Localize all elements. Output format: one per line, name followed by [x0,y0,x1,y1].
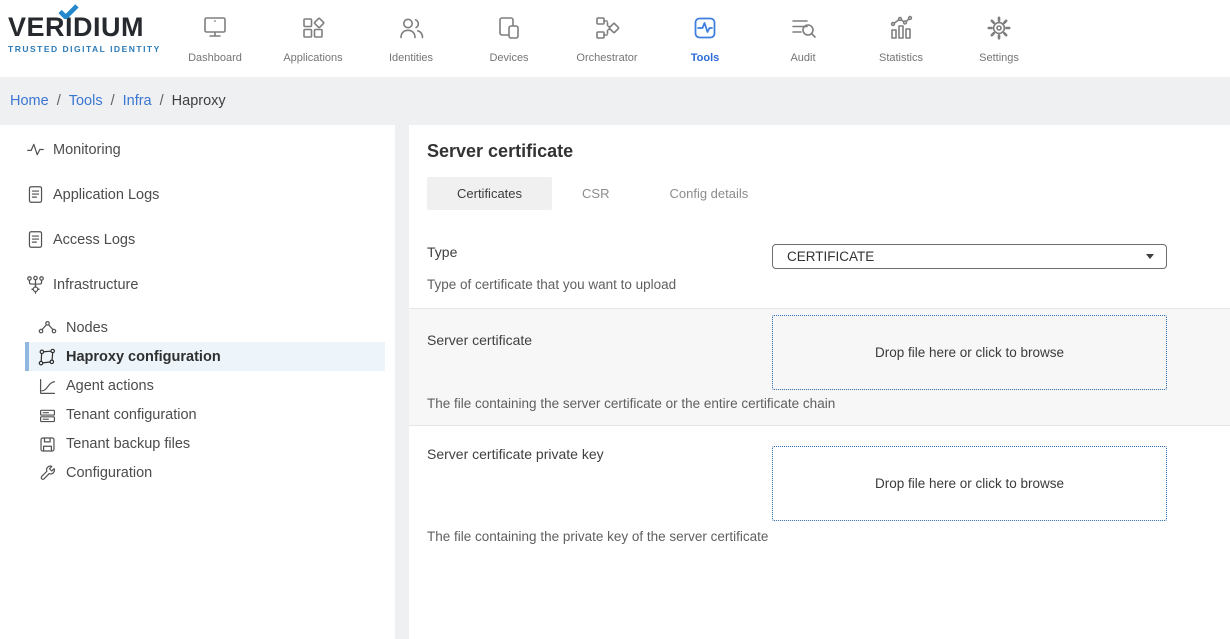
primary-nav: Dashboard Applications Identities Device… [166,0,1048,64]
server-certificate-dropzone[interactable]: Drop file here or click to browse [772,315,1167,390]
sidebar-item-nodes[interactable]: Nodes [0,313,395,342]
sidebar-item-label: Monitoring [53,142,121,158]
sidebar-item-tenant-backup-files[interactable]: Tenant backup files [0,429,395,458]
flowchart-icon [592,10,622,46]
floppy-disk-icon [38,435,56,453]
sidebar-item-application-logs[interactable]: Application Logs [0,172,395,217]
bar-line-chart-icon [886,10,916,46]
breadcrumb-separator: / [111,93,115,109]
tab-certificates[interactable]: Certificates [427,177,552,210]
devices-icon [494,10,524,46]
nav-item-applications[interactable]: Applications [264,0,362,64]
brand-tagline: TRUSTED DIGITAL IDENTITY [8,44,158,54]
breadcrumb-separator: / [57,93,61,109]
sidebar-item-label: Agent actions [66,378,154,394]
private-key-dropzone[interactable]: Drop file here or click to browse [772,446,1167,521]
gear-icon [984,10,1014,46]
monitor-icon [200,10,230,46]
line-chart-icon [38,377,56,395]
nav-item-tools[interactable]: Tools [656,0,754,64]
sidebar-item-haproxy-configuration[interactable]: Haproxy configuration [25,342,385,371]
breadcrumb-tools[interactable]: Tools [69,93,103,109]
sidebar-item-agent-actions[interactable]: Agent actions [0,371,395,400]
nav-item-devices[interactable]: Devices [460,0,558,64]
nav-item-audit[interactable]: Audit [754,0,852,64]
sidebar-item-label: Tenant configuration [66,407,197,423]
page-title: Server certificate [427,141,1230,162]
workflow-icon [38,348,56,366]
server-stack-icon [38,406,56,424]
wrench-icon [38,464,56,482]
tab-config-details[interactable]: Config details [639,177,778,210]
sidebar-item-label: Application Logs [53,187,159,203]
chevron-down-icon [1146,254,1154,259]
sidebar-item-label: Haproxy configuration [66,349,221,365]
server-certificate-description: The file containing the server certifica… [427,396,1167,411]
document-icon [26,230,45,249]
sidebar-item-label: Access Logs [53,232,135,248]
nav-item-statistics[interactable]: Statistics [852,0,950,64]
top-nav: VERIDIUM TRUSTED DIGITAL IDENTITY Dashbo… [0,0,1230,77]
brand-logo[interactable]: VERIDIUM TRUSTED DIGITAL IDENTITY [8,14,158,54]
main-panel: Server certificate Certificates CSR Conf… [409,125,1230,639]
server-certificate-label: Server certificate [427,332,772,390]
sidebar-item-label: Tenant backup files [66,436,190,452]
logo-checkmark-icon [58,4,79,19]
certificate-type-value: CERTIFICATE [787,249,874,264]
certificate-form: Type CERTIFICATE Type of certificate tha… [409,224,1230,560]
sidebar-item-label: Configuration [66,465,152,481]
nodes-icon [38,319,56,337]
sidebar: Monitoring Application Logs Access Logs … [0,125,395,639]
app-grid-icon [298,10,328,46]
nav-item-identities[interactable]: Identities [362,0,460,64]
network-icon [26,275,45,294]
brand-wordmark: VERIDIUM [8,14,158,41]
nav-item-settings[interactable]: Settings [950,0,1048,64]
sidebar-item-infrastructure[interactable]: Infrastructure [0,262,395,307]
form-row-server-certificate: Server certificate Drop file here or cli… [409,308,1230,426]
nav-item-dashboard[interactable]: Dashboard [166,0,264,64]
dropzone-text: Drop file here or click to browse [875,476,1064,491]
dropzone-text: Drop file here or click to browse [875,345,1064,360]
sidebar-item-monitoring[interactable]: Monitoring [0,127,395,172]
list-magnifier-icon [788,10,818,46]
sidebar-item-label: Nodes [66,320,108,336]
private-key-description: The file containing the private key of t… [427,529,1167,544]
form-row-type: Type CERTIFICATE Type of certificate tha… [409,224,1230,308]
tab-csr[interactable]: CSR [552,177,639,210]
breadcrumb-infra[interactable]: Infra [123,93,152,109]
document-icon [26,185,45,204]
nav-item-orchestrator[interactable]: Orchestrator [558,0,656,64]
sidebar-item-configuration[interactable]: Configuration [0,458,395,487]
breadcrumb: Home / Tools / Infra / Haproxy [0,77,1230,125]
private-key-label: Server certificate private key [427,446,772,521]
breadcrumb-current: Haproxy [172,93,226,109]
sidebar-item-label: Infrastructure [53,277,138,293]
type-label: Type [427,244,772,269]
breadcrumb-separator: / [160,93,164,109]
type-description: Type of certificate that you want to upl… [427,277,1167,292]
activity-icon [26,140,45,159]
certificate-type-select[interactable]: CERTIFICATE [772,244,1167,269]
form-row-private-key: Server certificate private key Drop file… [409,426,1230,560]
infrastructure-submenu: Nodes Haproxy configuration Agent action… [0,313,395,487]
sidebar-item-access-logs[interactable]: Access Logs [0,217,395,262]
pulse-square-icon [690,10,720,46]
tab-bar: Certificates CSR Config details [427,177,1230,210]
people-icon [396,10,426,46]
sidebar-item-tenant-configuration[interactable]: Tenant configuration [0,400,395,429]
breadcrumb-home[interactable]: Home [10,93,49,109]
